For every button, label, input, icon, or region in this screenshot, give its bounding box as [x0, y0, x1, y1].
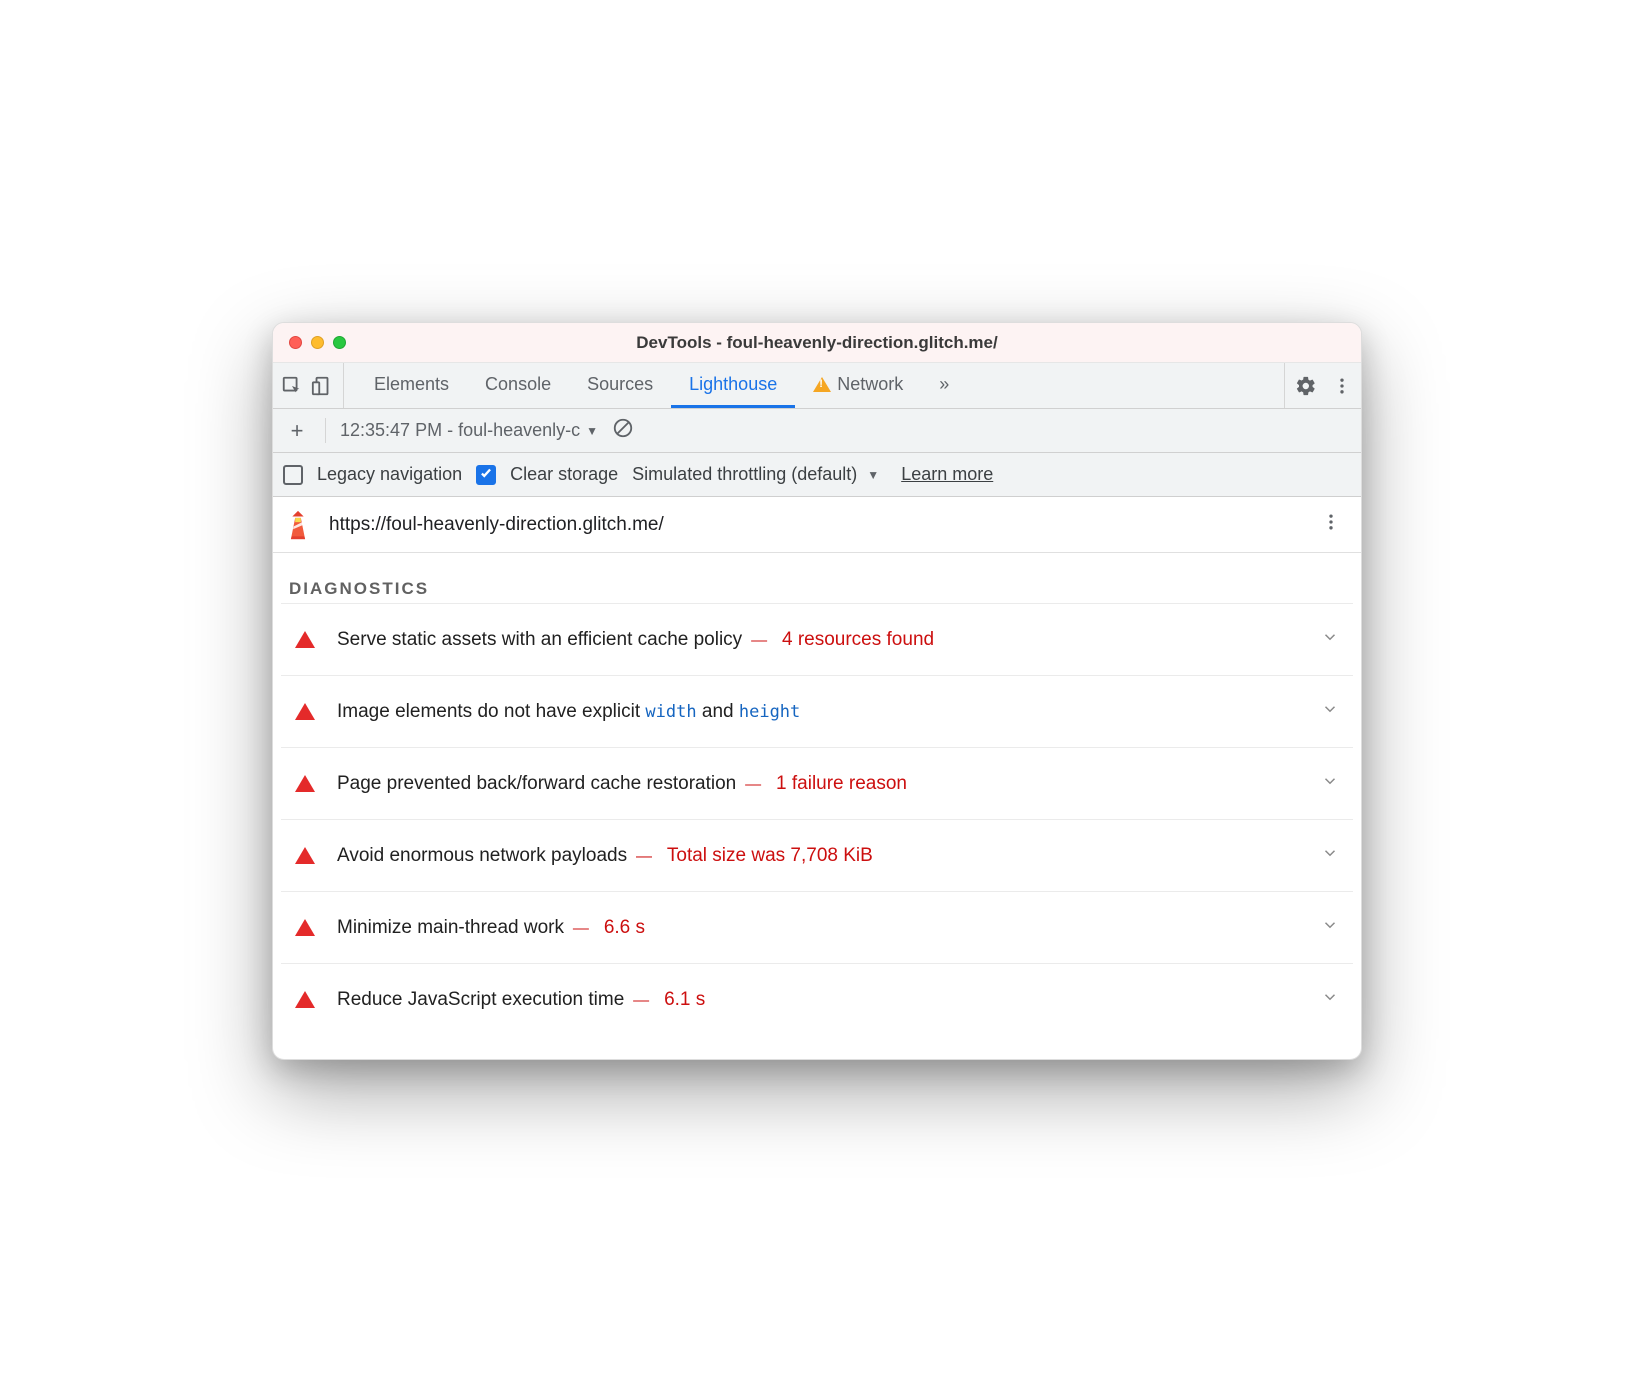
clear-icon[interactable]: [612, 417, 634, 444]
code-token: height: [739, 702, 800, 722]
clear-storage-checkbox[interactable]: [476, 465, 496, 485]
device-toggle-icon[interactable]: [311, 375, 333, 397]
audit-row[interactable]: Page prevented back/forward cache restor…: [281, 747, 1353, 819]
devtools-toolbar: Elements Console Sources Lighthouse Netw…: [273, 363, 1361, 409]
tabs-overflow[interactable]: »: [921, 363, 967, 408]
gear-icon[interactable]: [1295, 375, 1317, 397]
tab-network[interactable]: Network: [795, 363, 921, 408]
tab-label: Network: [837, 374, 903, 395]
dash: —: [629, 992, 658, 1009]
audit-title: Avoid enormous network payloads: [337, 845, 627, 866]
audit-title: Reduce JavaScript execution time: [337, 989, 624, 1010]
fail-triangle-icon: [295, 919, 315, 936]
audit-detail: Total size was 7,708 KiB: [667, 845, 873, 866]
audit-detail: 6.6 s: [604, 917, 645, 938]
window-title: DevTools - foul-heavenly-direction.glitc…: [273, 333, 1361, 353]
audit-row[interactable]: Serve static assets with an efficient ca…: [281, 603, 1353, 675]
new-report-button[interactable]: +: [283, 418, 311, 444]
audit-list: Serve static assets with an efficient ca…: [273, 603, 1361, 1059]
lighthouse-options: Legacy navigation Clear storage Simulate…: [273, 453, 1361, 497]
tab-console[interactable]: Console: [467, 363, 569, 408]
learn-more-link[interactable]: Learn more: [901, 464, 993, 485]
audit-title: Serve static assets with an efficient ca…: [337, 629, 742, 650]
audit-row[interactable]: Reduce JavaScript execution time — 6.1 s: [281, 963, 1353, 1035]
report-url: https://foul-heavenly-direction.glitch.m…: [329, 514, 1307, 536]
warning-icon: [813, 377, 831, 392]
fail-triangle-icon: [295, 631, 315, 648]
tab-label: Sources: [587, 374, 653, 395]
report-selector[interactable]: 12:35:47 PM - foul-heavenly-c ▼: [340, 420, 598, 441]
dash: —: [632, 848, 661, 865]
chevron-down-icon: [1321, 772, 1339, 795]
titlebar: DevTools - foul-heavenly-direction.glitc…: [273, 323, 1361, 363]
audit-title: and: [697, 701, 739, 722]
audit-detail: 4 resources found: [782, 629, 934, 650]
audit-row[interactable]: Minimize main-thread work — 6.6 s: [281, 891, 1353, 963]
audit-title: Page prevented back/forward cache restor…: [337, 773, 736, 794]
overflow-label: »: [939, 374, 949, 395]
chevron-down-icon: [1321, 844, 1339, 867]
fail-triangle-icon: [295, 847, 315, 864]
tab-elements[interactable]: Elements: [356, 363, 467, 408]
check-icon: [479, 464, 493, 485]
chevron-down-icon: [1321, 916, 1339, 939]
panel-tabs: Elements Console Sources Lighthouse Netw…: [356, 363, 967, 408]
fail-triangle-icon: [295, 703, 315, 720]
audit-title: Minimize main-thread work: [337, 917, 564, 938]
toolbar-right: [1284, 363, 1353, 408]
clear-storage-label: Clear storage: [510, 464, 618, 485]
chevron-down-icon: [1321, 700, 1339, 723]
legacy-nav-checkbox[interactable]: [283, 465, 303, 485]
chevron-down-icon: [1321, 988, 1339, 1011]
kebab-icon[interactable]: [1331, 375, 1353, 397]
tab-label: Lighthouse: [689, 374, 777, 395]
lighthouse-subbar: + 12:35:47 PM - foul-heavenly-c ▼: [273, 409, 1361, 453]
code-token: width: [645, 702, 696, 722]
fail-triangle-icon: [295, 775, 315, 792]
tab-label: Elements: [374, 374, 449, 395]
report-selector-label: 12:35:47 PM - foul-heavenly-c: [340, 420, 580, 441]
toolbar-left: [281, 363, 344, 408]
audit-title: Image elements do not have explicit: [337, 701, 645, 722]
tab-label: Console: [485, 374, 551, 395]
diagnostics-heading: DIAGNOSTICS: [273, 553, 1361, 603]
caret-down-icon: ▼: [586, 424, 598, 438]
dash: —: [568, 920, 597, 937]
tab-sources[interactable]: Sources: [569, 363, 671, 408]
throttling-label: Simulated throttling (default): [632, 464, 857, 485]
chevron-down-icon: [1321, 628, 1339, 651]
inspect-icon[interactable]: [281, 375, 303, 397]
report-header: https://foul-heavenly-direction.glitch.m…: [273, 497, 1361, 553]
audit-row[interactable]: Image elements do not have explicit widt…: [281, 675, 1353, 747]
audit-detail: 1 failure reason: [776, 773, 907, 794]
fail-triangle-icon: [295, 991, 315, 1008]
lighthouse-logo-icon: [281, 508, 315, 542]
audit-row[interactable]: Avoid enormous network payloads — Total …: [281, 819, 1353, 891]
throttling-caret-icon[interactable]: ▼: [867, 468, 879, 482]
dash: —: [747, 632, 776, 649]
dash: —: [741, 776, 770, 793]
report-menu-icon[interactable]: [1321, 512, 1345, 537]
audit-detail: 6.1 s: [664, 989, 705, 1010]
legacy-nav-label: Legacy navigation: [317, 464, 462, 485]
devtools-window: DevTools - foul-heavenly-direction.glitc…: [272, 322, 1362, 1060]
tab-lighthouse[interactable]: Lighthouse: [671, 363, 795, 408]
